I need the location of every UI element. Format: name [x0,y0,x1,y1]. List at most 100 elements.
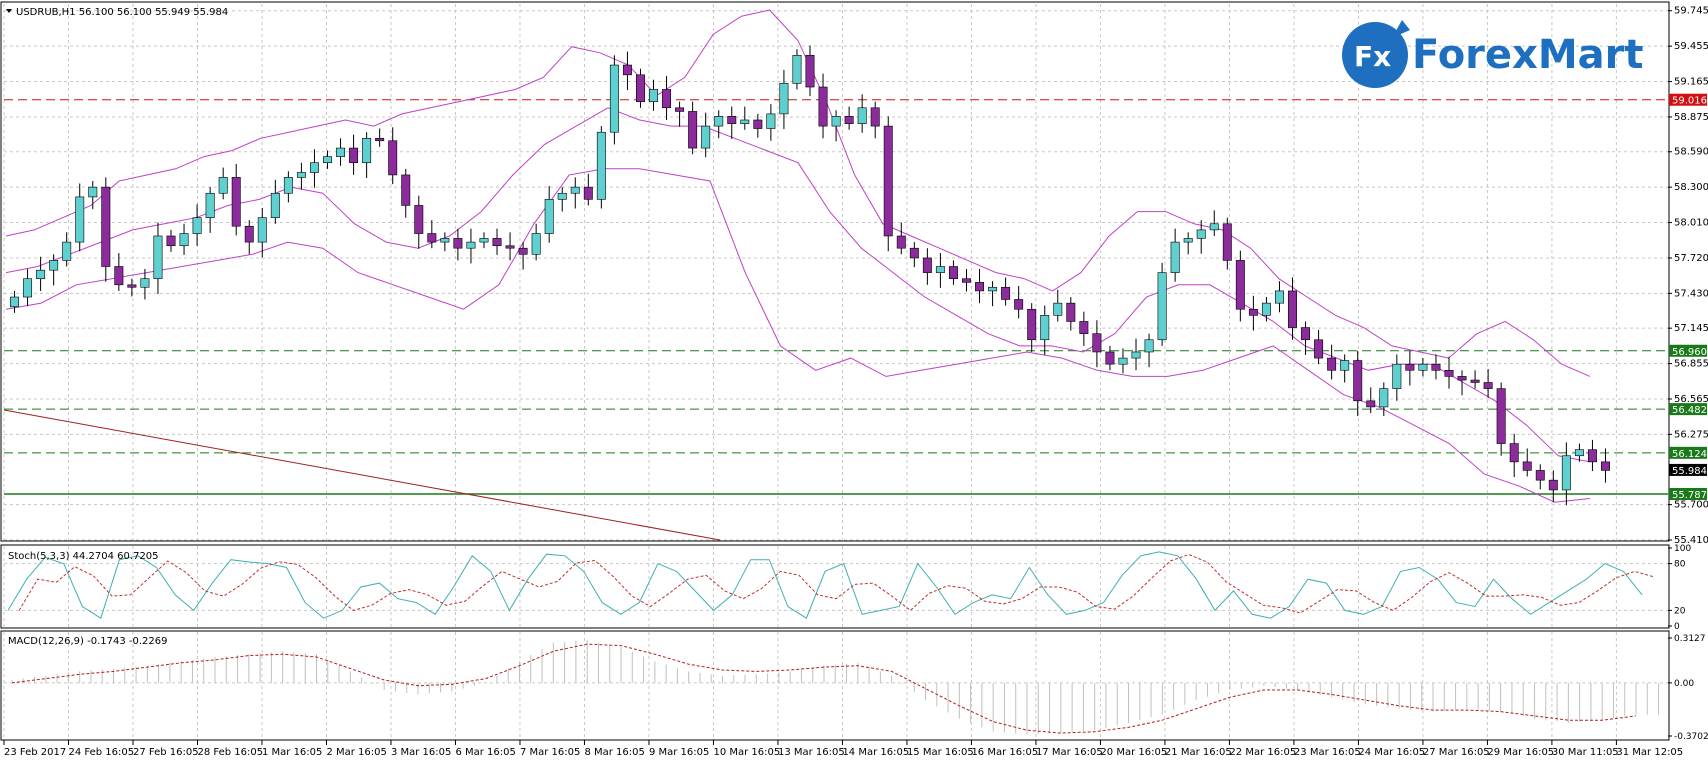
logo-mark: Fx [1354,40,1391,73]
price-tick-label: 59.745 [1674,6,1708,17]
candle-body [153,235,163,280]
candle-body [766,113,776,129]
candle-body [609,64,619,133]
candle-body [1014,299,1024,310]
candle-body [140,278,150,288]
candle-body [101,186,111,267]
time-tick-label: 16 Mar 16:05 [971,747,1038,758]
candle-body [948,266,958,280]
candle-body [1131,351,1141,359]
time-tick-label: 2 Mar 16:05 [326,747,386,758]
usdrub-chart[interactable]: 59.01656.96056.48256.12455.787 59.74559.… [0,0,1708,763]
candle-body [740,119,750,124]
candle-body [1561,455,1571,491]
candle-body [1183,238,1193,243]
time-tick-label: 24 Feb 16:05 [68,747,134,758]
candle-body [414,205,424,234]
candle-body [205,192,215,218]
price-tick-label: 58.010 [1674,218,1708,229]
candle-body [36,269,46,280]
price-tick-label: 56.275 [1674,429,1708,440]
time-tick-label: 8 Mar 16:05 [584,747,644,758]
time-tick-label: 27 Mar 16:05 [1423,747,1490,758]
time-tick-label: 13 Mar 16:05 [778,747,845,758]
candle-body [244,225,254,243]
candle-body [1601,461,1610,471]
level-tag-label: 59.016 [1672,96,1707,107]
candle-body [662,89,672,109]
candle-body [1053,302,1063,316]
candle-body [675,107,685,112]
candle-body [1301,327,1311,341]
candle-body [362,138,372,164]
macd-tick-label: -0.3702 [1674,732,1708,742]
candle-body [544,199,554,234]
candle-body [557,192,567,200]
candle-body [127,284,137,288]
candle-body [1405,363,1415,371]
candle-body [622,64,632,76]
candle-body [401,174,411,206]
level-tag-label: 56.124 [1672,449,1707,460]
candle-body [935,266,945,273]
price-tick-label: 57.145 [1674,323,1708,334]
macd-label: MACD(12,26,9) -0.1743 -0.2269 [8,636,168,647]
candle-body [922,257,932,273]
candle-body [62,241,72,261]
candle-body [1587,449,1597,463]
candle-body [1235,260,1245,310]
candle-body [166,235,176,247]
candle-body [257,217,267,243]
time-tick-label: 15 Mar 16:05 [907,747,974,758]
price-tick-label: 55.700 [1674,500,1708,511]
candle-body [492,238,502,247]
candle-body [336,147,346,157]
time-tick-label: 7 Mar 16:05 [520,747,580,758]
candle-body [1522,461,1532,471]
stoch-label: Stoch(5,3,3) 44.2704 60.7205 [8,551,159,562]
candle-body [1314,339,1324,359]
candle-body [635,74,645,102]
candle-body [375,138,385,142]
candle-body [453,238,463,249]
candle-body [883,125,893,237]
candle-body [1222,223,1232,261]
candle-body [1066,302,1076,322]
candle-body [1470,379,1480,383]
candle-body [1535,470,1545,481]
price-tick-label: 58.590 [1674,147,1708,158]
candle-body [388,140,398,176]
candle-body [1379,388,1389,408]
candle-body [727,116,737,124]
time-tick-label: 29 Mar 16:05 [1487,747,1554,758]
candle-body [1248,308,1258,316]
price-tick-label: 59.165 [1674,77,1708,88]
candle-body [988,286,998,292]
logo-brand: ForexMart [1412,32,1643,78]
time-tick-label: 6 Mar 16:05 [455,747,515,758]
candle-body [1548,479,1558,491]
stoch-tick-label: 20 [1674,606,1686,616]
candle-body [1105,351,1115,365]
candle-body [1196,229,1206,239]
candle-body [583,186,593,200]
candle-body [218,177,228,194]
candle-body [1118,357,1128,365]
candle-body [427,233,437,243]
candle-body [896,235,906,249]
candle-body [975,282,985,292]
candle-body [296,172,306,178]
candle-body [1079,321,1089,334]
stoch-tick-label: 0 [1674,622,1680,632]
candle-body [323,156,332,164]
candle-body [570,186,580,194]
current-price-label: 55.984 [1672,466,1707,477]
price-tick-label: 57.430 [1674,288,1708,299]
candle-body [1209,223,1219,231]
time-tick-label: 3 Mar 16:05 [391,747,451,758]
candle-body [1457,376,1467,381]
price-tick-label: 57.720 [1674,253,1708,264]
candle-body [1431,363,1441,371]
candle-body [1574,449,1584,457]
candle-body [962,278,971,283]
